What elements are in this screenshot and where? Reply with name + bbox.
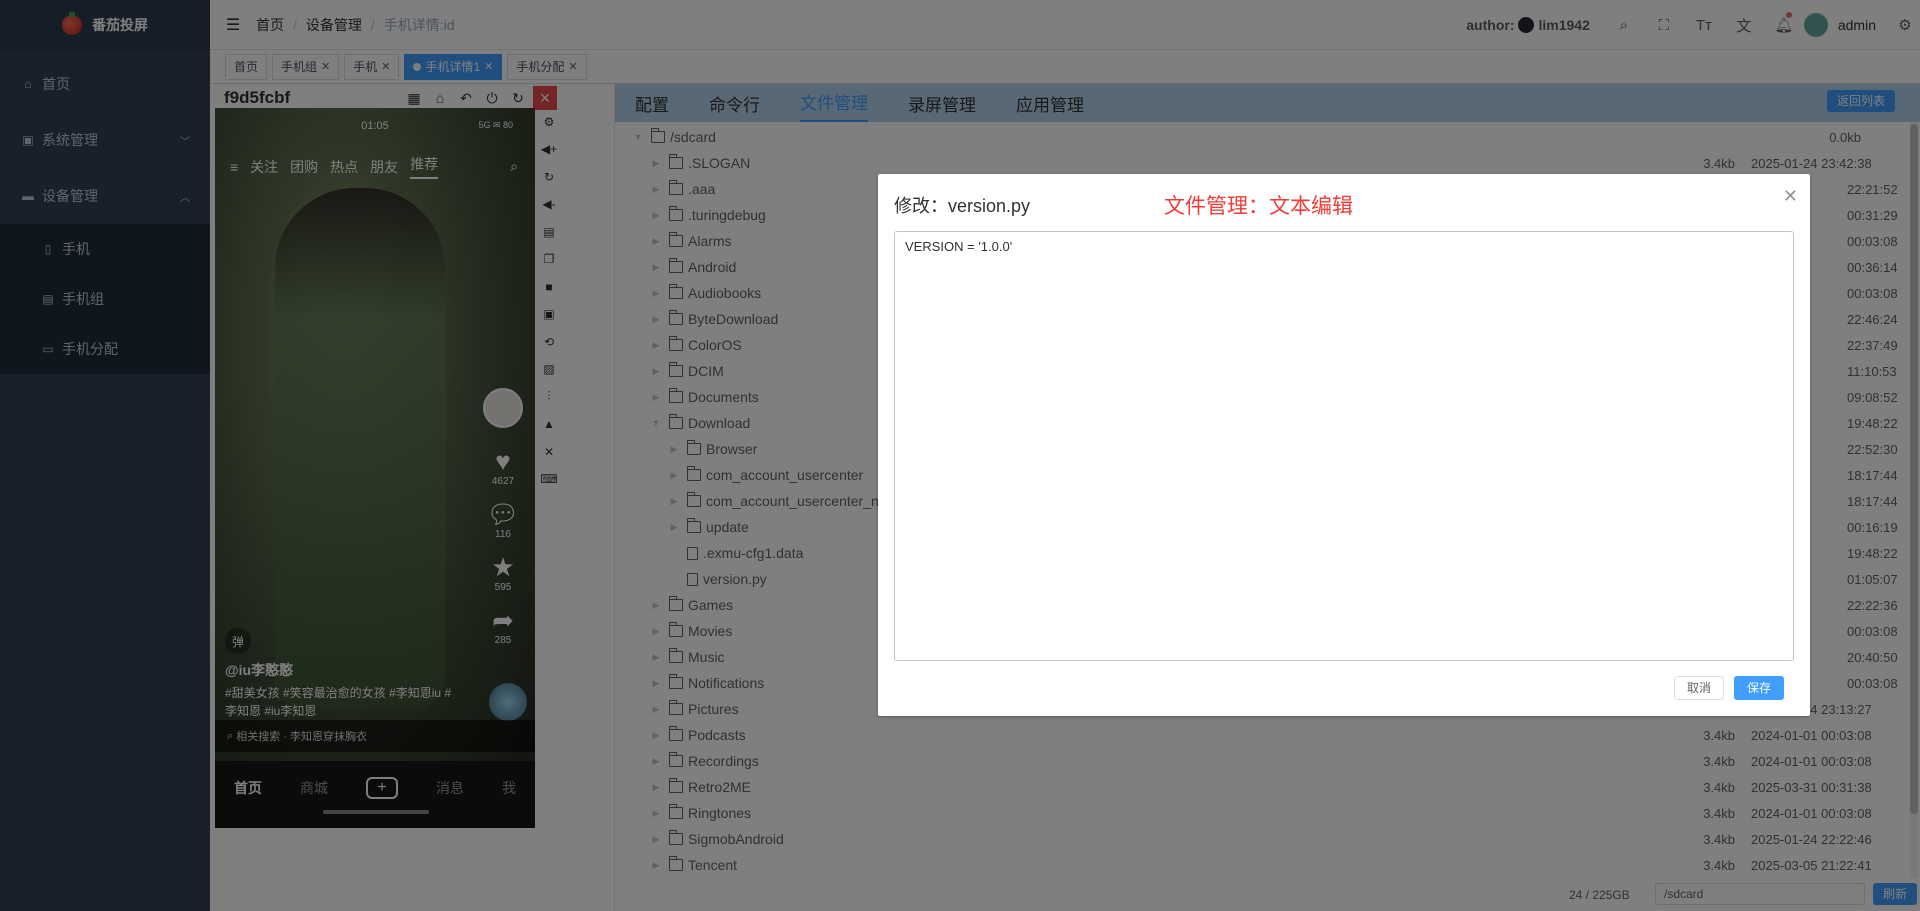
save-button[interactable]: 保存 <box>1733 676 1784 700</box>
cancel-button[interactable]: 取消 <box>1673 676 1724 700</box>
dialog-footer: 取消 保存 <box>1673 676 1784 700</box>
dialog-title: 修改：version.py <box>894 196 1031 216</box>
file-content-editor[interactable]: VERSION = '1.0.0' <box>894 231 1794 661</box>
edit-file-dialog: 修改：version.py 文件管理：文本编辑 ✕ VERSION = '1.0… <box>878 174 1810 716</box>
close-icon[interactable]: ✕ <box>1783 186 1798 207</box>
annotation-label: 文件管理：文本编辑 <box>1164 195 1353 218</box>
